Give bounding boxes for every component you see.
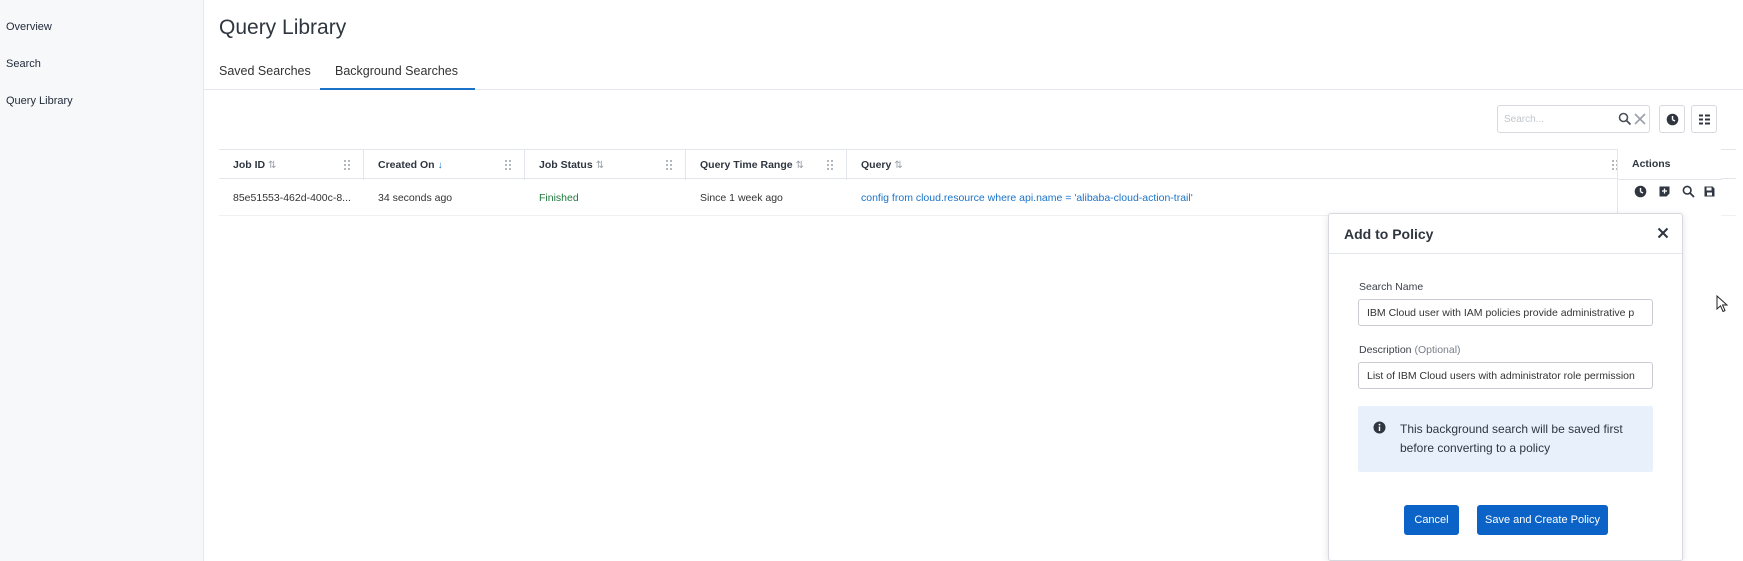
- description-field[interactable]: [1358, 362, 1653, 389]
- drag-handle-icon[interactable]: [504, 158, 512, 176]
- column-label: Query: [861, 159, 892, 171]
- tab-bar: Saved Searches Background Searches: [204, 56, 1743, 90]
- drag-handle-icon[interactable]: [826, 158, 834, 176]
- column-header-job-status[interactable]: Job Status ⇅: [525, 150, 686, 180]
- close-icon[interactable]: [1656, 226, 1672, 242]
- clock-icon[interactable]: [1634, 185, 1650, 201]
- search-name-field[interactable]: [1358, 299, 1653, 326]
- sidebar-item-search[interactable]: Search: [6, 58, 41, 70]
- search-icon[interactable]: [1682, 185, 1698, 201]
- column-settings-button[interactable]: [1691, 105, 1717, 133]
- close-icon[interactable]: [1633, 112, 1647, 126]
- description-label-text: Description: [1359, 344, 1412, 356]
- sort-icon[interactable]: ⇅: [894, 160, 902, 171]
- magnifier-icon[interactable]: [1618, 112, 1632, 126]
- optional-hint: (Optional): [1414, 344, 1461, 356]
- dialog-divider: [1329, 253, 1682, 254]
- column-label: Job Status: [539, 159, 593, 171]
- description-label: Description (Optional): [1359, 344, 1461, 356]
- cell-job-id: 85e51553-462d-400c-8...: [233, 192, 351, 204]
- column-header-query-time-range[interactable]: Query Time Range ⇅: [686, 150, 847, 180]
- search-name-input[interactable]: [1359, 300, 1652, 325]
- add-to-policy-dialog: Add to Policy Search Name Description (O…: [1328, 213, 1683, 561]
- drag-handle-icon[interactable]: [343, 158, 351, 176]
- column-header-job-id[interactable]: Job ID ⇅: [219, 150, 364, 180]
- column-label: Job ID: [233, 159, 266, 171]
- table-row[interactable]: 85e51553-462d-400c-8... 34 seconds ago F…: [219, 180, 1736, 216]
- dialog-title: Add to Policy: [1344, 226, 1434, 242]
- sort-icon[interactable]: ⇅: [268, 160, 276, 171]
- info-icon: [1373, 421, 1386, 434]
- save-and-create-policy-button[interactable]: Save and Create Policy: [1477, 505, 1608, 535]
- cell-query-link[interactable]: config from cloud.resource where api.nam…: [861, 192, 1193, 204]
- cell-created-on: 34 seconds ago: [378, 192, 453, 204]
- mouse-cursor-icon: [1716, 294, 1729, 318]
- tab-background-searches[interactable]: Background Searches: [320, 64, 475, 90]
- info-notice: This background search will be saved fir…: [1358, 406, 1653, 472]
- sort-desc-icon[interactable]: ↓: [438, 160, 443, 171]
- column-header-actions: Actions: [1632, 158, 1671, 170]
- cell-job-status: Finished: [539, 192, 579, 204]
- cell-time-range: Since 1 week ago: [700, 192, 783, 204]
- column-label: Created On: [378, 159, 435, 171]
- search-input[interactable]: [1504, 111, 1604, 127]
- divider: [1618, 179, 1722, 180]
- info-message: This background search will be saved fir…: [1400, 422, 1623, 455]
- save-icon[interactable]: [1703, 185, 1719, 201]
- sort-icon[interactable]: ⇅: [596, 160, 604, 171]
- history-button[interactable]: [1659, 105, 1685, 133]
- cancel-button[interactable]: Cancel: [1404, 505, 1459, 535]
- search-name-label: Search Name: [1359, 281, 1424, 293]
- tab-saved-searches[interactable]: Saved Searches: [219, 64, 315, 90]
- sidebar: Overview Search Query Library: [0, 0, 204, 561]
- sort-icon[interactable]: ⇅: [796, 160, 804, 171]
- description-input[interactable]: [1359, 363, 1652, 388]
- table-header: Job ID ⇅ Created On ↓ Job Status ⇅ Query Ti…: [219, 149, 1736, 180]
- add-to-policy-icon[interactable]: [1658, 185, 1674, 201]
- drag-handle-icon[interactable]: [665, 158, 673, 176]
- page-title: Query Library: [219, 16, 347, 39]
- column-header-created-on[interactable]: Created On ↓: [364, 150, 525, 180]
- sidebar-item-overview[interactable]: Overview: [6, 21, 52, 33]
- app-root: Overview Search Query Library Query Libr…: [0, 0, 1743, 561]
- column-label: Query Time Range: [700, 159, 793, 171]
- sidebar-item-query-library[interactable]: Query Library: [6, 95, 73, 107]
- search-box: [1497, 105, 1650, 133]
- column-header-query[interactable]: Query ⇅: [847, 150, 1632, 180]
